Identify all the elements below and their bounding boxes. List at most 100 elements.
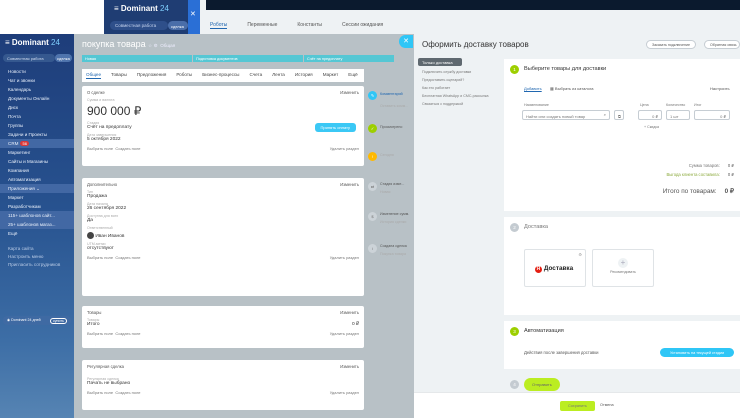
sidebar-item-news[interactable]: Новости <box>0 67 74 76</box>
menu-item-support[interactable]: Связаться с поддержкой <box>418 102 502 106</box>
catalog-link[interactable]: ▦ Выбрать из каталога <box>550 86 594 91</box>
create-field-link[interactable]: Создать поле <box>115 331 140 336</box>
tab-products[interactable]: Товары <box>111 72 127 79</box>
background-workspace-button[interactable]: сделка <box>168 21 188 30</box>
tab-robots[interactable]: Роботы <box>176 72 192 79</box>
pipeline-name: Общая <box>160 43 176 48</box>
product-search-input[interactable]: Найти или создать новый товар ⌕ <box>522 110 610 120</box>
background-tabs: Роботы Переменные Константы Сессии ожида… <box>210 22 383 29</box>
create-field-link[interactable]: Создать поле <box>115 390 140 395</box>
delete-section-link[interactable]: Удалить раздел <box>330 146 359 151</box>
user-license-bar[interactable]: ◉ Dominant 24 дней купить <box>3 316 71 325</box>
tab-more[interactable]: Ещё <box>348 72 357 79</box>
sidebar-item-tasks[interactable]: Задачи и Проекты <box>0 130 74 139</box>
products-total-row: Итого 0 ₽ <box>87 322 359 327</box>
sidebar-item-calendar[interactable]: Календарь <box>0 85 74 94</box>
tab-waiting-sessions[interactable]: Сессии ожидания <box>342 22 383 29</box>
sidebar-item-apps[interactable]: Приложения ⌄ <box>0 184 74 193</box>
sidebar-item-automation[interactable]: Автоматизация <box>0 175 74 184</box>
background-close-tab[interactable]: ✕ <box>188 0 200 34</box>
sidebar-item-developers[interactable]: Разработчикам <box>0 202 74 211</box>
accept-payment-button[interactable]: Принять оплату <box>314 123 356 132</box>
step-title: Выберите товары для доставки <box>524 66 607 72</box>
edit-link[interactable]: Изменить <box>340 90 359 95</box>
stage-new[interactable]: Новая <box>82 55 192 62</box>
sidebar-item-groups[interactable]: Группы <box>0 121 74 130</box>
deal-amount: 900 000 ₽ <box>87 104 142 118</box>
tab-general[interactable]: Общее <box>86 72 102 79</box>
barcode-button[interactable]: ⧉ <box>614 110 624 120</box>
sidebar-logo[interactable]: ≡ Dominant 24 <box>5 38 60 47</box>
create-field-link[interactable]: Создать поле <box>115 146 140 151</box>
sidebar-item-shop-templates[interactable]: 25+ шаблонов магаз... <box>0 220 74 229</box>
create-field-link[interactable]: Создать поле <box>115 255 140 260</box>
tab-market[interactable]: Маркет <box>323 72 339 79</box>
edit-link[interactable]: Изменить <box>340 182 359 187</box>
tab-history[interactable]: История <box>295 72 313 79</box>
responsible-user[interactable]: Иван Иванов <box>87 232 359 239</box>
sidebar-item-mail[interactable]: Почта <box>0 112 74 121</box>
background-workspace[interactable]: Совместная работа <box>110 21 168 30</box>
cancel-button[interactable]: Отмена <box>600 403 614 407</box>
tab-feed[interactable]: Лента <box>272 72 285 79</box>
sidebar-link-invite[interactable]: Пригласить сотрудников <box>0 260 74 268</box>
workspace-button[interactable]: сделка <box>55 54 72 62</box>
step-automation: 3 Автоматизация Действия после завершени… <box>504 321 740 369</box>
sidebar-item-market[interactable]: Маркет <box>0 193 74 202</box>
select-field-link[interactable]: Выбрать поле <box>87 390 113 395</box>
sidebar-item-marketing[interactable]: Маркетинг <box>0 148 74 157</box>
menu-item-whatsapp[interactable]: Бесплатная WhatsApp и СМС-рассылка <box>418 94 502 98</box>
tab-constants[interactable]: Константы <box>297 22 322 29</box>
menu-item-delivery-only[interactable]: Только доставка <box>418 58 462 66</box>
sidebar-link-sitemap[interactable]: Карта сайта <box>0 244 74 252</box>
sidebar-item-chat[interactable]: Чат и звонки <box>0 76 74 85</box>
set-on-stage-button[interactable]: Установить на текущей стадии <box>660 348 735 357</box>
sidebar-item-site-templates[interactable]: 115+ шаблонов сайт... <box>0 211 74 220</box>
close-panel-button[interactable]: ✕ <box>399 35 413 48</box>
delete-section-link[interactable]: Удалить раздел <box>330 331 359 336</box>
buy-button[interactable]: купить <box>50 318 67 324</box>
feedback-button[interactable]: Обратная связь <box>704 40 740 49</box>
workspace-selector[interactable]: Совместная работа <box>3 54 55 62</box>
tab-bp[interactable]: Бизнес-процессы <box>202 72 239 79</box>
tab-invoices[interactable]: Счета <box>249 72 262 79</box>
yandex-delivery-option[interactable]: ⚙ Я Доставка <box>524 249 586 287</box>
add-product-link[interactable]: Добавить <box>524 86 542 91</box>
stage-docs[interactable]: Подготовка документов <box>193 55 303 62</box>
tab-offers[interactable]: Предложения <box>137 72 166 79</box>
select-field-link[interactable]: Выбрать поле <box>87 255 113 260</box>
menu-item-how[interactable]: Как это работает <box>418 86 502 90</box>
settings-link[interactable]: Настроить <box>710 86 730 91</box>
sidebar-item-disk[interactable]: Диск <box>0 103 74 112</box>
sidebar-item-company[interactable]: Компания <box>0 166 74 175</box>
add-delivery-service-option[interactable]: + Рекомендовать <box>592 249 654 287</box>
sidebar-item-sites[interactable]: Сайты и Магазины <box>0 157 74 166</box>
select-field-link[interactable]: Выбрать поле <box>87 331 113 336</box>
sidebar-link-configure-menu[interactable]: Настроить меню <box>0 252 74 260</box>
discount-toggle[interactable]: + Скидка <box>644 125 659 129</box>
edit-link[interactable]: Изменить <box>340 310 359 315</box>
menu-item-connect[interactable]: Подключить службу доставки <box>418 70 502 74</box>
sidebar-item-more[interactable]: Ещё <box>0 229 74 238</box>
tab-robots[interactable]: Роботы <box>210 22 228 29</box>
timeline-comment-input[interactable]: Оставить комм... <box>380 104 416 108</box>
delete-section-link[interactable]: Удалить раздел <box>330 390 359 395</box>
timeline-comment-label[interactable]: Комментарий <box>380 92 416 96</box>
save-button[interactable]: Сохранить <box>560 401 595 411</box>
menu-item-scenario[interactable]: Предоставить сценарий? <box>418 78 502 82</box>
price-input[interactable]: 0 ₽ <box>638 110 662 120</box>
delete-section-link[interactable]: Удалить раздел <box>330 255 359 260</box>
sum-row: Сумма товаров: 0 ₽ <box>689 163 734 168</box>
stage-prepay[interactable]: Счёт на предоплату <box>304 55 394 62</box>
tab-variables[interactable]: Переменные <box>247 22 277 29</box>
deal-tabs: Общее Товары Предложения Роботы Бизнес-п… <box>82 69 364 82</box>
edit-link[interactable]: Изменить <box>340 364 359 369</box>
order-connection-button[interactable]: Заказать подключение <box>646 40 697 49</box>
select-field-link[interactable]: Выбрать поле <box>87 146 113 151</box>
send-button[interactable]: Отправить <box>524 378 560 391</box>
search-icon: ⌕ <box>603 112 606 117</box>
sidebar-item-docs[interactable]: Документы Онлайн <box>0 94 74 103</box>
background-brand: ≡ Dominant 24 <box>114 4 169 13</box>
quantity-stepper[interactable]: 1 шт <box>666 110 690 120</box>
sidebar-item-crm[interactable]: CRM 56 <box>0 139 74 148</box>
